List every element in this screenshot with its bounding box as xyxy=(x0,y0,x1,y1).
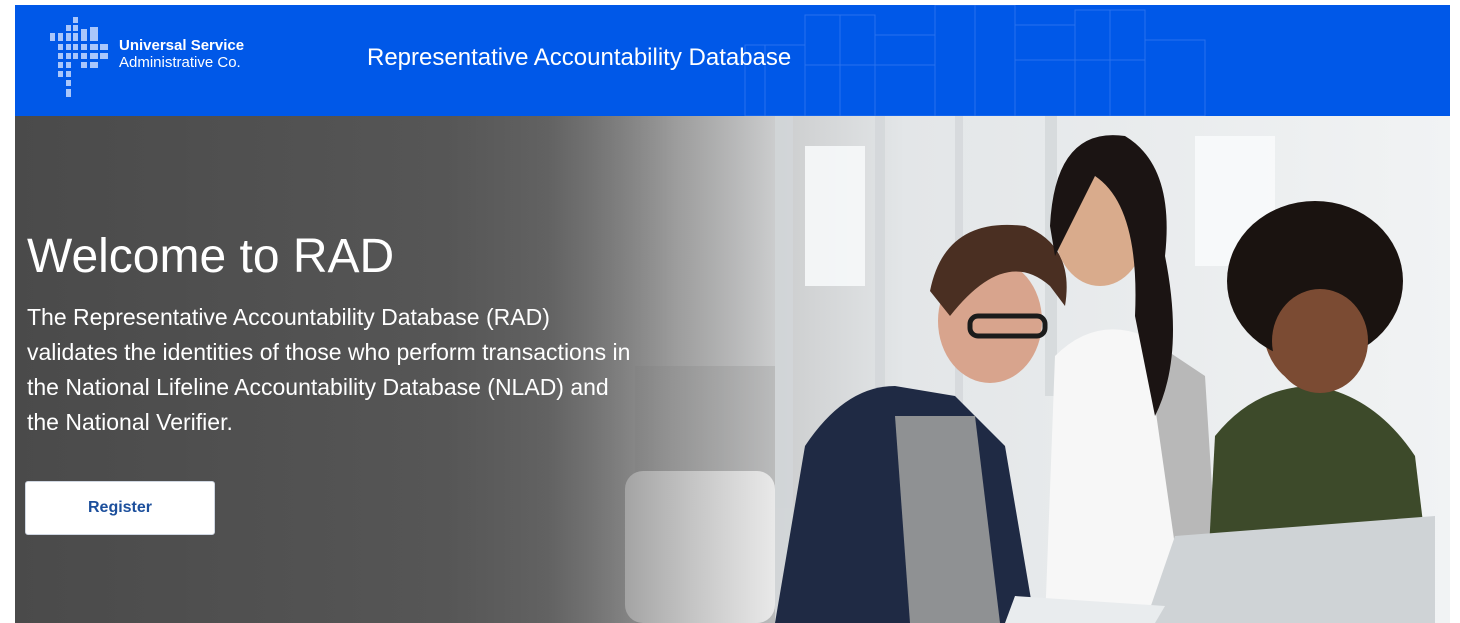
header-background-pattern xyxy=(744,5,1206,116)
register-button[interactable]: Register xyxy=(25,481,215,535)
usac-logo-link[interactable]: Universal Service Administrative Co. xyxy=(47,13,287,99)
hero-description: The Representative Accountability Databa… xyxy=(27,304,631,435)
site-header: Universal Service Administrative Co. Rep… xyxy=(15,5,1450,116)
logo-line-2: Administrative Co. xyxy=(119,54,241,71)
logo-line-1: Universal Service xyxy=(119,37,245,54)
app-title: Representative Accountability Database xyxy=(367,44,792,71)
usac-logo-text: Universal Service Administrative Co. xyxy=(119,37,244,71)
page-frame: Universal Service Administrative Co. Rep… xyxy=(15,5,1450,623)
hero-title: Welcome to RAD xyxy=(27,230,395,283)
hero-banner: Welcome to RAD The Representative Accoun… xyxy=(15,116,1450,623)
usac-logo-mark-icon xyxy=(50,17,108,97)
